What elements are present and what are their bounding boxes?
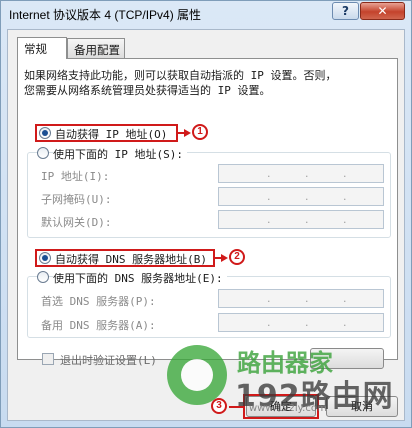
annotation-arrowhead-2 xyxy=(221,254,228,262)
dialog-window: Internet 协议版本 4 (TCP/IPv4) 属性 ? ✕ 常规 备用配… xyxy=(0,0,412,428)
annotation-arrowhead-1 xyxy=(184,129,191,137)
ip-address-input[interactable]: ... xyxy=(218,164,384,183)
preferred-dns-input[interactable]: ... xyxy=(218,289,384,308)
help-button[interactable]: ? xyxy=(332,2,359,20)
tab-general[interactable]: 常规 xyxy=(17,37,67,59)
annotation-step-2: 2 xyxy=(229,249,245,265)
alternate-dns-input[interactable]: ... xyxy=(218,313,384,332)
alternate-dns-label: 备用 DNS 服务器(A): xyxy=(41,319,156,332)
auto-ip-radio[interactable] xyxy=(39,127,51,139)
cancel-button[interactable]: 取消 xyxy=(326,396,398,417)
ok-button[interactable]: 确定 xyxy=(246,396,316,417)
auto-dns-radio[interactable] xyxy=(39,252,51,264)
preferred-dns-label: 首选 DNS 服务器(P): xyxy=(41,295,156,308)
dialog-client: 常规 备用配置 如果网络支持此功能，则可以获取自动指派的 IP 设置。否则， 您… xyxy=(7,29,405,421)
description-line-1: 如果网络支持此功能，则可以获取自动指派的 IP 设置。否则， xyxy=(24,69,337,82)
annotation-step-1: 1 xyxy=(192,124,208,140)
manual-dns-label[interactable]: 使用下面的 DNS 服务器地址(E): xyxy=(53,270,227,286)
annotation-step-3: 3 xyxy=(211,398,227,414)
default-gateway-label: 默认网关(D): xyxy=(41,216,112,229)
auto-dns-label[interactable]: 自动获得 DNS 服务器地址(B) xyxy=(55,251,207,267)
ip-address-label: IP 地址(I): xyxy=(41,170,110,183)
manual-ip-label[interactable]: 使用下面的 IP 地址(S): xyxy=(53,146,187,162)
title-bar[interactable]: Internet 协议版本 4 (TCP/IPv4) 属性 ? ✕ xyxy=(1,1,411,25)
annotation-arrow-3 xyxy=(229,406,243,408)
manual-ip-radio[interactable] xyxy=(37,147,49,159)
default-gateway-input[interactable]: ... xyxy=(218,210,384,229)
validate-on-exit-checkbox[interactable] xyxy=(42,353,54,365)
subnet-mask-label: 子网掩码(U): xyxy=(41,193,112,206)
tab-alternate-config[interactable]: 备用配置 xyxy=(67,38,125,58)
manual-dns-radio[interactable] xyxy=(37,271,49,283)
description-text: 如果网络支持此功能，则可以获取自动指派的 IP 设置。否则， 您需要从网络系统管… xyxy=(24,68,374,98)
validate-on-exit-label[interactable]: 退出时验证设置(L) xyxy=(60,352,157,368)
advanced-button[interactable] xyxy=(310,348,384,369)
description-line-2: 您需要从网络系统管理员处获得适当的 IP 设置。 xyxy=(24,84,271,97)
subnet-mask-input[interactable]: ... xyxy=(218,187,384,206)
close-button[interactable]: ✕ xyxy=(360,2,405,20)
auto-ip-label[interactable]: 自动获得 IP 地址(O) xyxy=(55,126,167,142)
window-title: Internet 协议版本 4 (TCP/IPv4) 属性 xyxy=(9,8,202,22)
